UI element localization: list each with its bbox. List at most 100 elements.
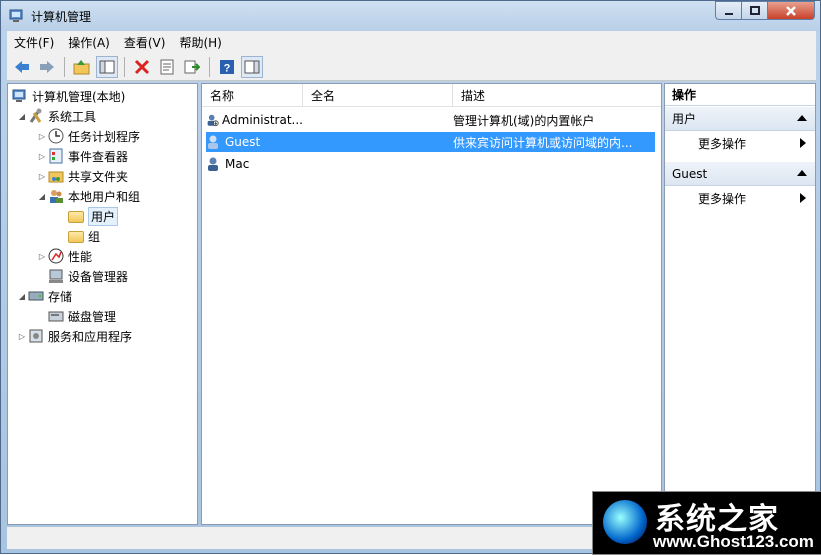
tree-label: 组 xyxy=(88,229,101,244)
computer-management-icon xyxy=(9,9,23,22)
device-manager-icon xyxy=(49,269,63,283)
tree-item-disk-management[interactable]: 磁盘管理 xyxy=(48,306,116,326)
collapsed-arrow-icon[interactable]: ▷ xyxy=(36,152,48,161)
tree-item-local-users-groups[interactable]: ◢ 本地用户和组 xyxy=(36,186,140,206)
tree-item-services-apps[interactable]: ▷ 服务和应用程序 xyxy=(16,326,132,346)
tree-item-event-viewer[interactable]: ▷ 事件查看器 xyxy=(36,146,128,166)
export-button[interactable] xyxy=(181,56,203,78)
delete-button[interactable] xyxy=(131,56,153,78)
menu-help[interactable]: 帮助(H) xyxy=(172,34,228,51)
event-log-icon xyxy=(49,148,63,164)
tree-item-task-scheduler[interactable]: ▷ 任务计划程序 xyxy=(36,126,140,146)
computer-management-icon xyxy=(12,89,26,102)
properties-button[interactable] xyxy=(156,56,178,78)
back-button[interactable] xyxy=(11,56,33,78)
menu-file[interactable]: 文件(F) xyxy=(7,34,61,51)
column-header-name[interactable]: 名称 xyxy=(202,84,303,106)
tree-item-device-manager[interactable]: 设备管理器 xyxy=(48,266,128,286)
collapsed-arrow-icon[interactable]: ▷ xyxy=(36,132,48,141)
user-list: 名称 全名 描述 Administrat... 管理计算机(域)的内置帐户 Gu… xyxy=(201,83,662,525)
tree-label: 设备管理器 xyxy=(68,269,129,284)
collapse-arrow-icon[interactable] xyxy=(797,170,807,176)
clock-icon xyxy=(48,128,64,144)
close-button[interactable] xyxy=(767,1,815,20)
toolbar-separator xyxy=(209,56,210,77)
tree-label: 共享文件夹 xyxy=(68,169,129,184)
collapsed-arrow-icon[interactable]: ▷ xyxy=(16,332,28,341)
name-cell: Mac xyxy=(206,156,303,172)
help-icon: ? xyxy=(220,59,234,74)
actions-section-users[interactable]: 用户 xyxy=(665,107,815,131)
more-actions-label: 更多操作 xyxy=(698,191,747,206)
collapsed-arrow-icon[interactable]: ▷ xyxy=(36,252,48,261)
column-header-description[interactable]: 描述 xyxy=(453,84,661,106)
maximize-button[interactable] xyxy=(741,1,768,20)
tree-item-storage[interactable]: ◢ 存储 xyxy=(16,286,72,306)
tree-label: 本地用户和组 xyxy=(68,189,141,204)
tree-item-performance[interactable]: ▷ 性能 xyxy=(36,246,92,266)
more-actions-guest[interactable]: 更多操作 xyxy=(665,187,815,209)
tools-icon xyxy=(29,108,42,123)
minimize-button[interactable] xyxy=(715,1,742,20)
toolbar: ? xyxy=(7,53,816,81)
tree-label: 用户 xyxy=(88,206,119,226)
toolbar-separator xyxy=(124,56,125,77)
menu-view[interactable]: 查看(V) xyxy=(117,34,173,51)
tree-item-system-tools[interactable]: ◢ 系统工具 xyxy=(16,106,96,126)
expanded-arrow-icon[interactable]: ◢ xyxy=(16,112,28,121)
menu-action[interactable]: 操作(A) xyxy=(61,34,117,51)
section-label: 用户 xyxy=(672,112,697,126)
tree-label: 计算机管理(本地) xyxy=(32,89,126,104)
actions-pane: 操作 用户 更多操作 Guest 更多操作 xyxy=(664,83,816,525)
name-cell: Guest xyxy=(206,134,303,150)
show-hide-tree-icon xyxy=(99,60,115,73)
tree-item-root[interactable]: 计算机管理(本地) xyxy=(12,86,125,106)
expanded-arrow-icon[interactable]: ◢ xyxy=(36,192,48,201)
properties-icon xyxy=(160,59,174,74)
collapse-arrow-icon[interactable] xyxy=(797,115,807,121)
minimize-icon xyxy=(724,12,733,15)
actions-title-label: 操作 xyxy=(672,88,697,102)
collapsed-arrow-icon[interactable]: ▷ xyxy=(36,172,48,181)
list-item[interactable]: Administrat... 管理计算机(域)的内置帐户 xyxy=(206,110,655,130)
tree-item-shared-folders[interactable]: ▷ 共享文件夹 xyxy=(36,166,128,186)
close-icon xyxy=(786,5,796,16)
show-hide-tree-button[interactable] xyxy=(96,55,118,78)
users-group-icon xyxy=(50,190,63,203)
storage-icon xyxy=(28,291,44,301)
column-header-fullname[interactable]: 全名 xyxy=(303,84,453,106)
help-button[interactable]: ? xyxy=(216,56,238,78)
title-bar[interactable]: 计算机管理 xyxy=(1,1,820,31)
up-button[interactable] xyxy=(71,56,93,78)
tree-label: 性能 xyxy=(68,249,93,264)
user-name: Guest xyxy=(225,135,261,149)
more-actions-users[interactable]: 更多操作 xyxy=(665,132,815,154)
forward-arrow-icon xyxy=(40,60,54,73)
header-divider xyxy=(202,106,661,107)
folder-icon xyxy=(68,231,84,243)
svg-text:?: ? xyxy=(224,62,231,74)
expanded-arrow-icon[interactable]: ◢ xyxy=(16,292,28,301)
list-item-selected[interactable]: Guest 供来宾访问计算机或访问域的内... xyxy=(206,132,655,152)
user-icon xyxy=(208,135,218,149)
up-folder-icon xyxy=(73,59,90,74)
forward-button[interactable] xyxy=(36,56,58,78)
user-name: Administrat... xyxy=(222,113,303,127)
show-action-pane-button[interactable] xyxy=(241,55,263,78)
disk-icon xyxy=(48,311,64,322)
watermark: 系统之家 www.Ghost123.com xyxy=(592,491,821,555)
menu-bar: 文件(F) 操作(A) 查看(V) 帮助(H) xyxy=(7,31,816,53)
list-item[interactable]: Mac xyxy=(206,154,655,174)
name-cell: Administrat... xyxy=(206,112,303,128)
user-icon xyxy=(207,114,219,127)
actions-title: 操作 xyxy=(665,84,815,106)
actions-section-guest[interactable]: Guest xyxy=(665,162,815,186)
tree-item-users[interactable]: 用户 xyxy=(68,206,119,226)
user-icon xyxy=(208,157,218,171)
folder-icon xyxy=(68,211,84,223)
submenu-arrow-icon xyxy=(800,138,806,148)
tree-label: 事件查看器 xyxy=(68,149,129,164)
tree-item-groups[interactable]: 组 xyxy=(68,226,100,246)
toolbar-separator xyxy=(64,56,65,77)
show-action-pane-icon xyxy=(244,60,260,73)
